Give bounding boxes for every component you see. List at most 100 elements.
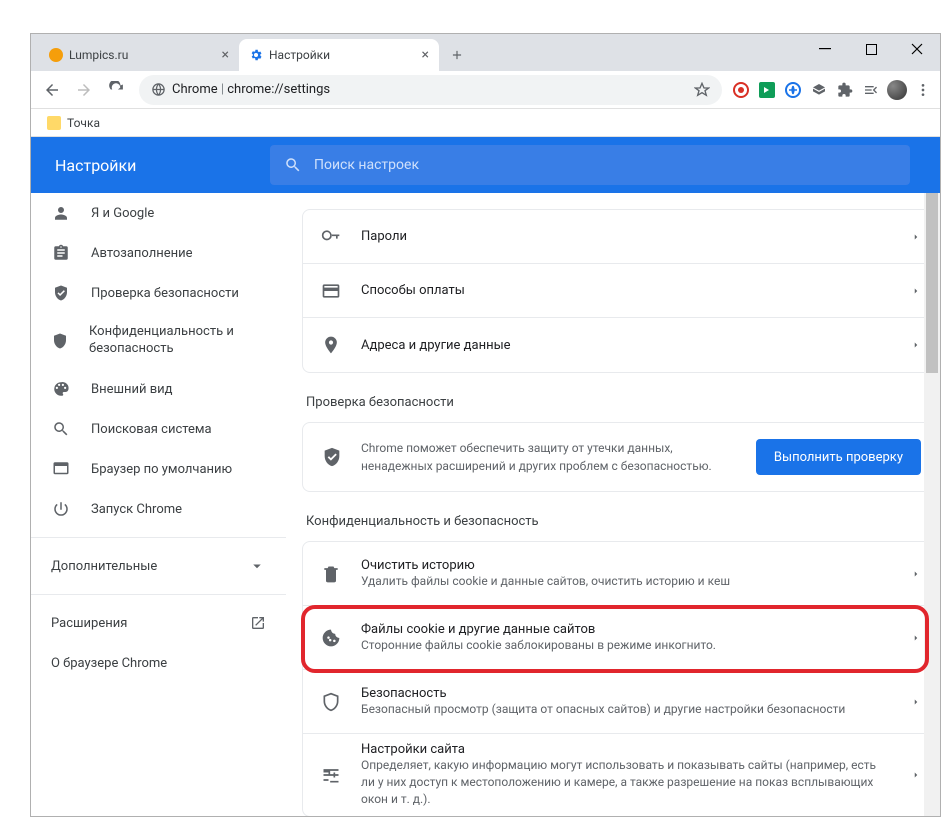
row-clear-history[interactable]: Очистить историюУдалить файлы cookie и д… — [303, 542, 939, 606]
extension-icon[interactable] — [782, 79, 804, 101]
settings-header: Настройки — [31, 137, 940, 193]
shield-check-icon — [51, 284, 71, 302]
search-icon — [284, 156, 302, 174]
shield-check-icon — [321, 446, 343, 468]
settings-sidebar: Я и Google Автозаполнение Проверка безоп… — [31, 137, 286, 816]
sidebar-item-extensions[interactable]: Расширения — [31, 603, 286, 643]
row-payments[interactable]: Способы оплаты — [303, 264, 939, 318]
privacy-card: Очистить историюУдалить файлы cookie и д… — [302, 541, 940, 816]
bookmark-item[interactable]: Точка — [67, 116, 100, 130]
sidebar-item-default-browser[interactable]: Браузер по умолчанию — [31, 449, 286, 489]
power-icon — [51, 500, 71, 518]
profile-avatar[interactable] — [886, 79, 908, 101]
shield-icon — [51, 332, 69, 350]
window-controls — [802, 34, 940, 64]
cookie-icon — [321, 628, 341, 648]
sidebar-item-about[interactable]: О браузере Chrome — [31, 643, 286, 683]
browser-toolbar: Chrome | chrome://settings — [31, 71, 940, 109]
close-icon[interactable]: × — [222, 47, 229, 63]
extensions-button[interactable] — [834, 79, 856, 101]
close-icon[interactable]: × — [422, 47, 429, 63]
extension-icon[interactable] — [730, 79, 752, 101]
section-title-safety: Проверка безопасности — [306, 395, 940, 410]
bookmarks-bar: Точка — [31, 109, 940, 137]
sidebar-item-label: Автозаполнение — [91, 246, 193, 261]
search-input[interactable] — [314, 157, 896, 173]
page-title: Настройки — [31, 156, 270, 175]
reading-list-icon[interactable] — [860, 79, 882, 101]
sidebar-item-label: Запуск Chrome — [91, 502, 182, 517]
extension-icon[interactable] — [756, 79, 778, 101]
chevron-down-icon — [248, 557, 266, 575]
folder-icon — [47, 116, 61, 130]
section-title-privacy: Конфиденциальность и безопасность — [306, 514, 940, 529]
sidebar-advanced-toggle[interactable]: Дополнительные — [31, 546, 286, 586]
row-cookies[interactable]: Файлы cookie и другие данные сайтовСторо… — [303, 606, 939, 670]
tab-strip: Lumpics.ru × Настройки × — [31, 34, 940, 71]
tab-title: Настройки — [269, 48, 330, 62]
sidebar-item-on-startup[interactable]: Запуск Chrome — [31, 489, 286, 529]
settings-search-box[interactable] — [270, 145, 910, 185]
bookmark-star-icon[interactable] — [694, 82, 710, 98]
row-desc: Безопасный просмотр (защита от опасных с… — [361, 701, 891, 718]
sidebar-item-search-engine[interactable]: Поисковая система — [31, 409, 286, 449]
row-title: Пароли — [361, 229, 891, 244]
sidebar-item-you-and-google[interactable]: Я и Google — [31, 193, 286, 233]
tune-icon — [321, 765, 341, 785]
row-desc: Определяет, какую информацию могут испол… — [361, 757, 891, 807]
scrollbar-thumb[interactable] — [926, 193, 938, 373]
row-title: Способы оплаты — [361, 283, 891, 298]
sidebar-item-privacy[interactable]: Конфиденциальность и безопасность — [31, 313, 286, 369]
row-title: Адреса и другие данные — [361, 338, 891, 353]
row-security[interactable]: БезопасностьБезопасный просмотр (защита … — [303, 670, 939, 734]
back-button[interactable] — [37, 75, 67, 105]
clipboard-icon — [51, 244, 71, 262]
favicon-icon — [249, 48, 263, 62]
row-addresses[interactable]: Адреса и другие данные — [303, 318, 939, 372]
row-title: Очистить историю — [361, 558, 891, 573]
extension-icon[interactable] — [808, 79, 830, 101]
reload-button[interactable] — [101, 75, 131, 105]
credit-card-icon — [321, 281, 341, 301]
sidebar-item-label: Браузер по умолчанию — [91, 462, 232, 477]
row-title: Безопасность — [361, 686, 891, 701]
sidebar-item-label: Поисковая система — [91, 422, 212, 437]
key-icon — [321, 227, 341, 247]
chevron-right-icon — [911, 631, 921, 645]
tab-lumpics[interactable]: Lumpics.ru × — [39, 39, 239, 71]
chevron-right-icon — [911, 567, 921, 581]
menu-button[interactable] — [912, 79, 934, 101]
sidebar-item-label: Конфиденциальность и безопасность — [89, 324, 266, 358]
trash-icon — [321, 564, 341, 584]
new-tab-button[interactable] — [443, 41, 471, 69]
close-button[interactable] — [894, 34, 940, 64]
row-title: Файлы cookie и другие данные сайтов — [361, 622, 891, 637]
autofill-card: Пароли Способы оплаты Адреса и другие да… — [302, 209, 940, 373]
search-icon — [51, 420, 71, 438]
extensions-area — [730, 79, 934, 101]
site-info-icon — [151, 82, 166, 97]
palette-icon — [51, 380, 71, 398]
address-text: Chrome | chrome://settings — [172, 82, 330, 97]
chevron-right-icon — [911, 768, 921, 782]
sidebar-item-label: Дополнительные — [51, 559, 157, 574]
address-bar[interactable]: Chrome | chrome://settings — [139, 75, 722, 105]
minimize-button[interactable] — [802, 34, 848, 64]
browser-window: Lumpics.ru × Настройки × Chrome | chrome… — [30, 33, 941, 817]
chevron-right-icon — [911, 338, 921, 352]
sidebar-item-autofill[interactable]: Автозаполнение — [31, 233, 286, 273]
favicon-icon — [49, 48, 63, 62]
forward-button[interactable] — [69, 75, 99, 105]
run-safety-check-button[interactable]: Выполнить проверку — [756, 439, 921, 475]
row-site-settings[interactable]: Настройки сайтаОпределяет, какую информа… — [303, 734, 939, 816]
row-desc: Сторонние файлы cookie заблокированы в р… — [361, 637, 891, 654]
chevron-right-icon — [911, 695, 921, 709]
row-passwords[interactable]: Пароли — [303, 210, 939, 264]
scrollbar[interactable] — [924, 193, 940, 816]
tab-settings[interactable]: Настройки × — [239, 39, 439, 71]
sidebar-item-safety-check[interactable]: Проверка безопасности — [31, 273, 286, 313]
settings-app: Настройки Я и Google Автозаполнение Пров… — [31, 137, 940, 816]
maximize-button[interactable] — [848, 34, 894, 64]
safety-check-card: Chrome поможет обеспечить защиту от утеч… — [302, 422, 940, 492]
sidebar-item-appearance[interactable]: Внешний вид — [31, 369, 286, 409]
